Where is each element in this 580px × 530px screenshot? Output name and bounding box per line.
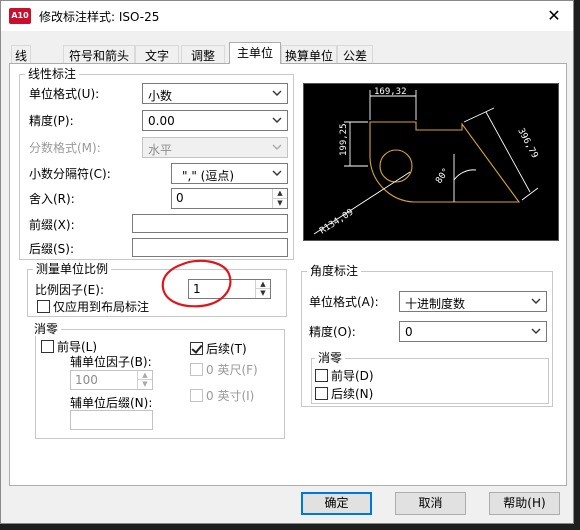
sub-unit-factor-value: 100	[75, 373, 98, 387]
angular-unit-format-select[interactable]: 十进制度数	[399, 291, 547, 312]
dim-style-dialog: A10 修改标注样式: ISO-25 ✕ 线 符号和箭头 文字 调整 主单位 换…	[0, 0, 574, 524]
sub-unit-suffix-input	[70, 410, 153, 430]
spin-up-icon[interactable]: ▲	[273, 189, 287, 199]
suffix-label: 后缀(S):	[29, 242, 75, 256]
tab-primary-units[interactable]: 主单位	[229, 42, 281, 64]
precision-select[interactable]: 0.00	[142, 110, 288, 131]
round-off-spinner[interactable]: 0 ▲ ▼	[171, 188, 288, 209]
inches-checkbox	[190, 389, 203, 402]
angular-zero-suppression-title: 消零	[315, 351, 346, 365]
angular-leading-checkbox[interactable]	[315, 369, 328, 382]
precision-value: 0.00	[148, 114, 175, 128]
fraction-format-value: 水平	[148, 143, 173, 157]
leading-zero-checkbox[interactable]	[41, 340, 54, 353]
chevron-down-icon	[272, 90, 282, 96]
help-button[interactable]: 帮助(H)	[489, 492, 560, 515]
zero-suppression-title: 消零	[31, 322, 62, 336]
ok-button[interactable]: 确定	[301, 492, 372, 515]
precision-label: 精度(P):	[29, 114, 74, 128]
title-bar[interactable]: A10 修改标注样式: ISO-25 ✕	[1, 1, 573, 31]
spin-up-icon: ▲	[138, 371, 152, 380]
angular-leading-label: 前导(D)	[331, 369, 374, 383]
scale-factor-stepper[interactable]: ▲ ▼	[255, 280, 270, 298]
close-icon[interactable]: ✕	[541, 5, 567, 27]
angular-unit-format-label: 单位格式(A):	[309, 295, 379, 309]
spin-down-icon: ▼	[142, 380, 148, 388]
decimal-separator-label: 小数分隔符(C):	[29, 167, 111, 181]
red-annotation-circle	[161, 259, 232, 308]
sub-unit-factor-stepper: ▲ ▼	[137, 371, 152, 389]
angular-dimensions-title: 角度标注	[307, 264, 362, 278]
chevron-down-icon	[531, 328, 541, 334]
fraction-format-label: 分数格式(M):	[29, 141, 101, 155]
round-off-value: 0	[176, 191, 184, 205]
angular-precision-value: 0	[405, 325, 413, 339]
linear-dimensions-title: 线性标注	[25, 67, 80, 81]
preview-dim-left: 199,25	[339, 123, 349, 156]
preview-dim-radius: R134,09	[318, 207, 355, 236]
layout-only-checkbox[interactable]	[37, 300, 50, 313]
tab-alternate-units[interactable]: 换算单位	[281, 45, 337, 63]
angular-trailing-label: 后续(N)	[331, 387, 374, 401]
chevron-down-icon	[272, 117, 282, 123]
prefix-input[interactable]	[132, 214, 288, 233]
decimal-separator-value: "," (逗点)	[182, 169, 235, 183]
chevron-down-icon	[272, 144, 282, 150]
tab-tolerances[interactable]: 公差	[337, 45, 373, 63]
layout-only-label: 仅应用到布局标注	[53, 300, 150, 314]
angular-precision-label: 精度(O):	[309, 325, 356, 339]
preview-dim-top: 169,32	[374, 87, 407, 97]
unit-format-select[interactable]: 小数	[142, 83, 288, 104]
measurement-scale-title: 测量单位比例	[33, 262, 112, 276]
decimal-separator-select[interactable]: "," (逗点)	[171, 163, 288, 184]
feet-checkbox	[190, 363, 203, 376]
unit-format-label: 单位格式(U):	[29, 87, 100, 101]
dimension-preview: 169,32 199,25 396,79 80° R134,09	[303, 83, 559, 241]
scale-factor-label: 比例因子(E):	[35, 283, 104, 297]
angular-precision-select[interactable]: 0	[399, 321, 547, 342]
suffix-input[interactable]	[132, 238, 288, 257]
prefix-label: 前缀(X):	[29, 218, 75, 232]
feet-label: 0 英尺(F)	[206, 363, 258, 377]
tab-text[interactable]: 文字	[135, 45, 179, 63]
sub-unit-factor-label: 辅单位因子(B):	[70, 355, 152, 369]
trailing-zero-checkbox[interactable]	[190, 342, 203, 355]
sub-unit-factor-spinner: 100 ▲ ▼	[70, 370, 153, 390]
preview-drawing: 169,32 199,25 396,79 80° R134,09	[313, 87, 539, 237]
window-title: 修改标注样式: ISO-25	[39, 10, 160, 24]
spin-up-icon[interactable]: ▲	[256, 280, 270, 289]
round-off-stepper[interactable]: ▲ ▼	[272, 189, 287, 208]
sub-unit-suffix-label: 辅单位后缀(N):	[70, 396, 153, 410]
fraction-format-select: 水平	[142, 137, 288, 158]
cancel-button[interactable]: 取消	[395, 492, 466, 515]
chevron-down-icon	[531, 298, 541, 304]
trailing-zero-label: 后续(T)	[206, 342, 247, 356]
tab-lines[interactable]: 线	[11, 45, 31, 63]
tab-fit[interactable]: 调整	[181, 45, 225, 63]
inches-label: 0 英寸(I)	[206, 389, 255, 403]
preview-dim-angle: 80°	[434, 167, 452, 186]
unit-format-value: 小数	[148, 89, 173, 103]
tab-symbols-arrows[interactable]: 符号和箭头	[63, 45, 135, 63]
angular-trailing-checkbox[interactable]	[315, 387, 328, 400]
preview-dim-right: 396,79	[515, 127, 539, 160]
chevron-down-icon	[272, 170, 282, 176]
round-off-label: 舍入(R):	[29, 192, 75, 206]
autocad-app-icon: A10	[9, 8, 31, 24]
spin-down-icon[interactable]: ▼	[273, 199, 287, 209]
angular-unit-format-value: 十进制度数	[405, 297, 466, 311]
leading-zero-label: 前导(L)	[57, 340, 98, 354]
spin-down-icon[interactable]: ▼	[256, 289, 270, 298]
